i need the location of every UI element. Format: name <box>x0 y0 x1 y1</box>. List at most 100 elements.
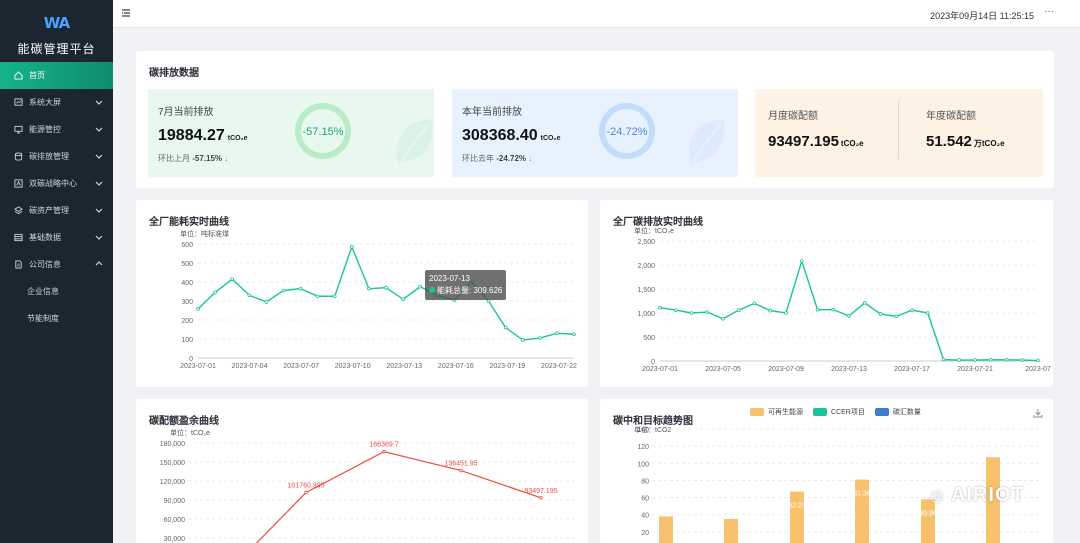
logo: WA 能碳管理平台 <box>0 0 113 60</box>
sidebar-item-company-info[interactable]: 公司信息 <box>0 251 113 278</box>
arrow-down-icon: ↓ <box>528 154 533 163</box>
emission-card-title: 碳排放数据 <box>149 68 199 79</box>
sidebar-item-home[interactable]: 首页 <box>0 62 113 89</box>
top-header: 2023年09月14日 11:25:15 ··· <box>113 0 1080 28</box>
sidebar-item-strategy-center[interactable]: 双碳战略中心 <box>0 170 113 197</box>
sidebar-item-label: 能源管控 <box>29 125 61 134</box>
data-point <box>1036 358 1040 363</box>
data-point <box>281 288 286 293</box>
y-tick-label: 300 <box>181 299 193 306</box>
table-icon <box>14 233 23 242</box>
current-datetime: 2023年09月14日 11:25:15 <box>930 11 1034 21</box>
bar <box>855 479 869 543</box>
sidebar-item-carbon-management[interactable]: 碳排放管理 <box>0 143 113 170</box>
carbon-line-chart: 0 500 1,000 1,500 2,000 2,500 2023-07-01 2023-0… <box>637 239 1050 373</box>
data-point <box>847 314 851 318</box>
data-point <box>304 490 308 495</box>
y-tick-label: 2,500 <box>637 239 655 246</box>
menu-toggle-icon[interactable] <box>121 8 131 18</box>
data-point <box>1004 358 1009 362</box>
sidebar-subitem-enterprise-info[interactable]: 企业信息 <box>0 278 113 305</box>
chevron-down-icon <box>95 127 103 132</box>
year-compare-value: -24.72% <box>496 154 527 163</box>
year-emission-number: 308368.40 <box>462 127 538 144</box>
sidebar-item-energy-control[interactable]: 能源管控 <box>0 116 113 143</box>
sidebar-item-carbon-assets[interactable]: 碳资产管理 <box>0 197 113 224</box>
y-tick-label: 100 <box>181 337 193 344</box>
y-tick-label: 400 <box>181 280 193 287</box>
chevron-up-icon <box>95 261 103 266</box>
y-tick-label: 20 <box>641 530 649 537</box>
sidebar-item-label: 基础数据 <box>29 233 61 242</box>
sidebar-item-label: 双碳战略中心 <box>29 179 77 188</box>
data-point <box>213 290 217 295</box>
chart-screen-icon <box>14 98 23 107</box>
y-tick-label: 40 <box>641 513 649 520</box>
y-tick-label: 150,000 <box>160 460 185 467</box>
chevron-down-icon <box>95 181 103 186</box>
bar <box>724 519 738 543</box>
tooltip-date: 2023-07-13 <box>429 274 470 283</box>
more-options-button[interactable]: ··· <box>1044 6 1054 17</box>
data-point <box>539 496 543 500</box>
quota-divider <box>898 101 899 159</box>
data-point <box>925 311 930 315</box>
sidebar-subitem-energy-policy[interactable]: 节能制度 <box>0 305 113 332</box>
y-tick-label: 90,000 <box>164 498 186 505</box>
data-point <box>350 245 354 249</box>
data-point <box>555 331 559 336</box>
data-point <box>298 286 303 291</box>
x-tick-label: 2023-07-09 <box>768 366 804 373</box>
sidebar-menu: 首页 系统大屏 能源管控 碳排放管理 双碳战略中心 碳资产管理 基础数据 公司信… <box>0 62 113 332</box>
leaf-icon <box>397 119 433 166</box>
data-point <box>520 338 525 342</box>
month-emission-number: 19884.27 <box>158 127 225 144</box>
data-point <box>264 300 269 304</box>
y-tick-label: 500 <box>643 335 655 342</box>
y-tick-label: 0 <box>651 359 655 366</box>
yearly-quota-number: 51.542 <box>926 133 972 150</box>
document-icon <box>14 260 23 269</box>
tooltip-series-value: 309.626 <box>473 286 503 295</box>
month-emission-panel: 7月当前排放 19884.27 tCO₂e 环比上月 -57.15% ↓ -57.… <box>148 89 434 177</box>
x-tick-label: 2023-07-21 <box>957 366 993 373</box>
year-compare: 环比去年 -24.72% ↓ <box>462 153 532 164</box>
year-change-ring: -24.72% <box>599 103 655 159</box>
emission-data-card: 碳排放数据 7月当前排放 19884.27 tCO₂e 环比上月 -57.15% … <box>136 51 1054 188</box>
x-tick-label: 2023-07-13 <box>386 363 422 370</box>
x-tick-label: 2023-07-04 <box>232 363 268 370</box>
data-point <box>332 294 337 299</box>
data-point <box>247 293 252 298</box>
y-tick-label: 60 <box>641 496 649 503</box>
data-point <box>768 308 773 313</box>
data-point <box>367 286 371 291</box>
sidebar-item-system-screen[interactable]: 系统大屏 <box>0 89 113 116</box>
data-point <box>459 468 463 473</box>
month-emission-label: 7月当前排放 <box>158 107 214 118</box>
energy-chart-card: 全厂能耗实时曲线 单位：吨标准煤 0 100 200 300 400 500 600 2023… <box>136 200 588 387</box>
sidebar-item-label: 首页 <box>29 71 45 80</box>
month-compare: 环比上月 -57.15% ↓ <box>158 153 228 164</box>
series-line <box>659 258 1039 362</box>
sidebar-item-base-data[interactable]: 基础数据 <box>0 224 113 251</box>
data-point <box>689 311 694 315</box>
monthly-quota-label: 月度碳配额 <box>768 111 818 122</box>
series-line <box>255 450 542 543</box>
year-ring-label: -24.72% <box>607 126 648 138</box>
x-tick-label: 2023-07-22 <box>541 363 577 370</box>
leaf-icon <box>689 119 725 166</box>
trend-chart-card: 碳中和目标趋势图 单位：tCO2 可再生能源 CCER项目 碳汇数量 02040… <box>600 399 1053 543</box>
data-point <box>315 294 320 299</box>
arrow-down-icon: ↓ <box>224 154 229 163</box>
yearly-quota-unit: 万tCO₂e <box>973 139 1005 148</box>
tooltip-series: 能耗总量: 309.626 <box>429 285 502 297</box>
data-point <box>401 297 405 301</box>
data-point <box>973 358 977 362</box>
data-point <box>957 358 962 362</box>
x-tick-label: 2023-07-16 <box>438 363 474 370</box>
y-tick-label: 200 <box>181 318 193 325</box>
strategy-icon <box>14 179 23 188</box>
y-tick-label: 120 <box>637 444 649 451</box>
y-tick-label: 30,000 <box>164 536 186 543</box>
watermark: ◎ AIRIOT <box>930 484 1025 507</box>
